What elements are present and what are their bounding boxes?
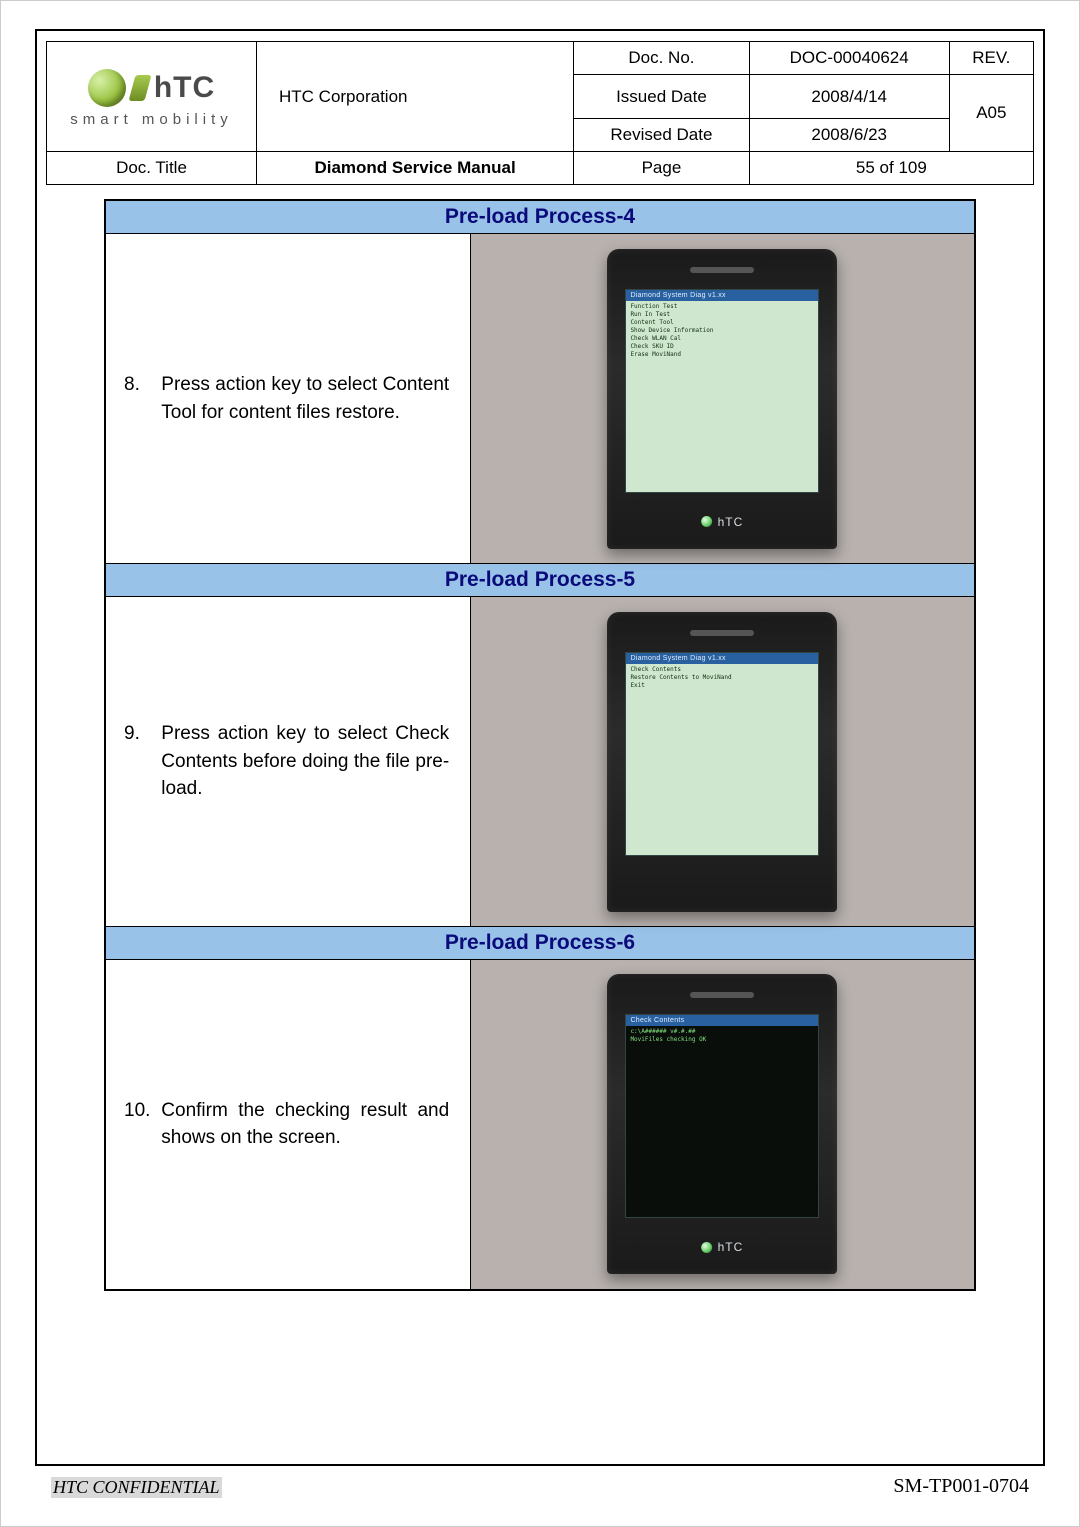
phone-screen: Diamond System Diag v1.xx Check Contents… — [625, 652, 819, 856]
screen-title-bar: Diamond System Diag v1.xx — [626, 653, 818, 664]
confidential-label: HTC CONFIDENTIAL — [51, 1477, 222, 1498]
issued-date-label: Issued Date — [574, 75, 750, 119]
page-label: Page — [574, 152, 750, 185]
phone-screen: Diamond System Diag v1.xx Function Test … — [625, 289, 819, 493]
phone-mockup: Diamond System Diag v1.xx Function Test … — [607, 249, 837, 549]
step-header-4: Pre-load Process-4 — [105, 200, 975, 234]
step-header-6: Pre-load Process-6 — [105, 927, 975, 960]
document-page: hTC smart mobility HTC Corporation Doc. … — [0, 0, 1080, 1527]
step-row-4: 8. Press action key to select Content To… — [105, 234, 975, 564]
step-num-6: 10. — [124, 1097, 156, 1125]
rev-value: A05 — [949, 75, 1033, 152]
earpiece-icon — [690, 630, 754, 636]
logo-tagline: smart mobility — [70, 111, 233, 128]
doc-no-label: Doc. No. — [574, 42, 750, 75]
htc-logo: hTC smart mobility — [49, 65, 254, 128]
step-row-6: 10. Confirm the checking result and show… — [105, 960, 975, 1290]
step-body-4: Press action key to select Content Tool … — [161, 371, 449, 426]
step-header-5: Pre-load Process-5 — [105, 564, 975, 597]
step-image-6: Check Contents c:\A###### v#.#.## MoviFi… — [470, 960, 975, 1290]
steps-area: Pre-load Process-4 8. Press action key t… — [104, 199, 976, 1291]
doc-title-value: Diamond Service Manual — [257, 152, 574, 185]
doc-code: SM-TP001-0704 — [893, 1475, 1029, 1498]
htc-wordmark: hTC — [154, 71, 215, 105]
earpiece-icon — [690, 267, 754, 273]
step-row-5: 9. Press action key to select Check Cont… — [105, 597, 975, 927]
rev-label: REV. — [949, 42, 1033, 75]
earpiece-icon — [690, 992, 754, 998]
phone-brand-text: hTC — [718, 1240, 744, 1254]
step-image-4: Diamond System Diag v1.xx Function Test … — [470, 234, 975, 564]
screen-title-bar: Check Contents — [626, 1015, 818, 1026]
header-table: hTC smart mobility HTC Corporation Doc. … — [46, 41, 1034, 185]
phone-mockup: Diamond System Diag v1.xx Check Contents… — [607, 612, 837, 912]
step-num-5: 9. — [124, 720, 156, 748]
step-text-6: 10. Confirm the checking result and show… — [105, 960, 470, 1290]
phone-mockup: Check Contents c:\A###### v#.#.## MoviFi… — [607, 974, 837, 1274]
step-text-4: 8. Press action key to select Content To… — [105, 234, 470, 564]
doc-no-value: DOC-00040624 — [749, 42, 949, 75]
doc-title-label: Doc. Title — [47, 152, 257, 185]
screen-lines: Check Contents Restore Contents to MoviN… — [626, 664, 818, 692]
logo-cell: hTC smart mobility — [47, 42, 257, 152]
issued-date-value: 2008/4/14 — [749, 75, 949, 119]
page-value: 55 of 109 — [749, 152, 1033, 185]
step-text-5: 9. Press action key to select Check Cont… — [105, 597, 470, 927]
step-body-5: Press action key to select Check Content… — [161, 720, 449, 803]
phone-screen: Check Contents c:\A###### v#.#.## MoviFi… — [625, 1014, 819, 1218]
spark-icon — [128, 75, 151, 101]
revised-date-value: 2008/6/23 — [749, 119, 949, 152]
screen-lines: c:\A###### v#.#.## MoviFiles checking OK — [626, 1026, 818, 1046]
phone-brand-text: hTC — [718, 515, 744, 529]
revised-date-label: Revised Date — [574, 119, 750, 152]
steps-table: Pre-load Process-4 8. Press action key t… — [104, 199, 976, 1291]
globe-icon — [88, 69, 126, 107]
footer: HTC CONFIDENTIAL SM-TP001-0704 — [51, 1475, 1029, 1498]
screen-lines: Function Test Run In Test Content Tool S… — [626, 301, 818, 362]
phone-brand-label: hTC — [702, 515, 744, 529]
screen-title-bar: Diamond System Diag v1.xx — [626, 290, 818, 301]
step-num-4: 8. — [124, 371, 156, 399]
step-image-5: Diamond System Diag v1.xx Check Contents… — [470, 597, 975, 927]
home-button-icon — [702, 1242, 713, 1253]
corporation-name: HTC Corporation — [257, 42, 574, 152]
phone-brand-label: hTC — [702, 1240, 744, 1254]
home-button-icon — [702, 516, 713, 527]
step-body-6: Confirm the checking result and shows on… — [161, 1097, 449, 1152]
